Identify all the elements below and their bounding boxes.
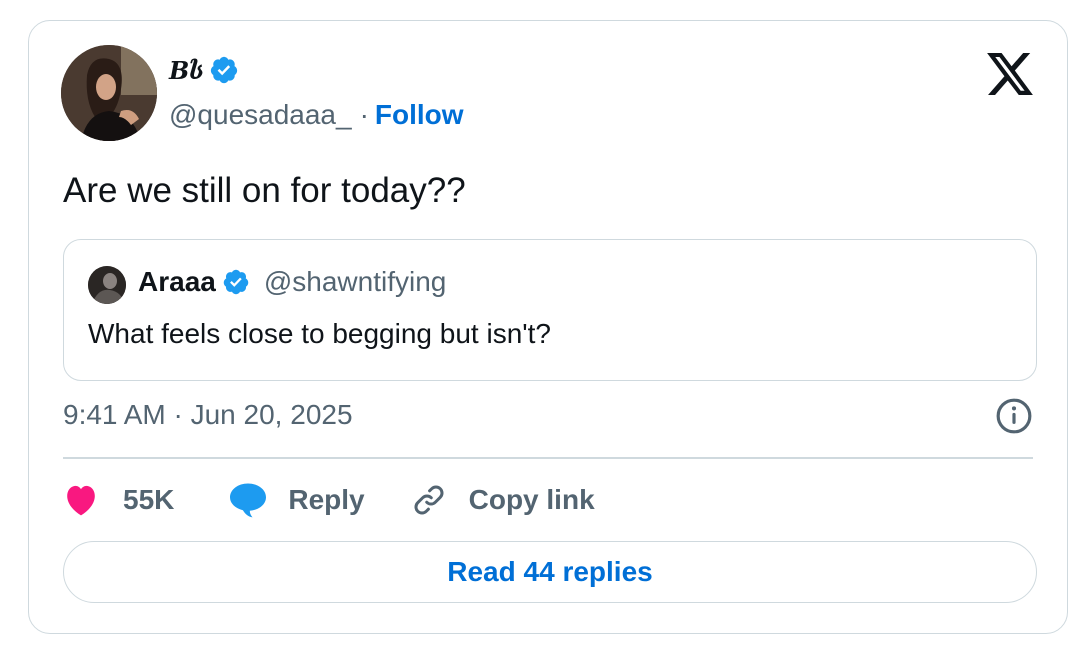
reply-button[interactable]: Reply — [228, 482, 410, 518]
verified-badge-icon — [210, 56, 238, 84]
quoted-tweet-text: What feels close to begging but isn't? — [88, 318, 551, 349]
x-logo-icon[interactable] — [987, 53, 1033, 95]
author-handle[interactable]: @quesadaaa_ — [169, 99, 352, 131]
divider — [63, 457, 1033, 459]
tweet-timestamp[interactable]: 9:41 AM · Jun 20, 2025 — [63, 399, 353, 431]
author-handle-row: @quesadaaa_ · Follow — [169, 99, 464, 131]
quoted-author-avatar[interactable] — [88, 266, 126, 304]
quoted-name-row: Araaa @shawntifying — [138, 266, 446, 298]
separator-dot: · — [359, 99, 369, 130]
quoted-display-name[interactable]: Araaa — [138, 266, 216, 298]
tweet-text: Are we still on for today?? — [63, 171, 466, 210]
speech-bubble-icon — [230, 483, 267, 518]
action-bar: 55K Reply Copy link — [63, 475, 595, 525]
follow-button[interactable]: Follow — [375, 99, 464, 131]
heart-icon — [67, 485, 95, 516]
link-icon — [414, 485, 444, 515]
quoted-tweet[interactable]: Araaa @shawntifying What feels close to … — [63, 239, 1037, 381]
reply-label: Reply — [288, 484, 365, 515]
author-display-name[interactable]: Bს — [169, 56, 204, 85]
verified-badge-icon — [223, 269, 249, 295]
quoted-handle[interactable]: @shawntifying — [264, 266, 447, 298]
copy-link-button[interactable]: Copy link — [411, 482, 595, 518]
copy-link-label: Copy link — [468, 484, 595, 515]
author-avatar[interactable] — [61, 45, 157, 141]
like-count: 55K — [123, 484, 175, 515]
author-name-row: Bს — [169, 55, 239, 85]
read-replies-button[interactable]: Read 44 replies — [63, 541, 1037, 603]
like-button[interactable]: 55K — [63, 484, 228, 516]
info-icon[interactable] — [995, 397, 1033, 435]
tweet-embed-card: Bს @quesadaaa_ · Follow Are we still on … — [28, 20, 1068, 634]
